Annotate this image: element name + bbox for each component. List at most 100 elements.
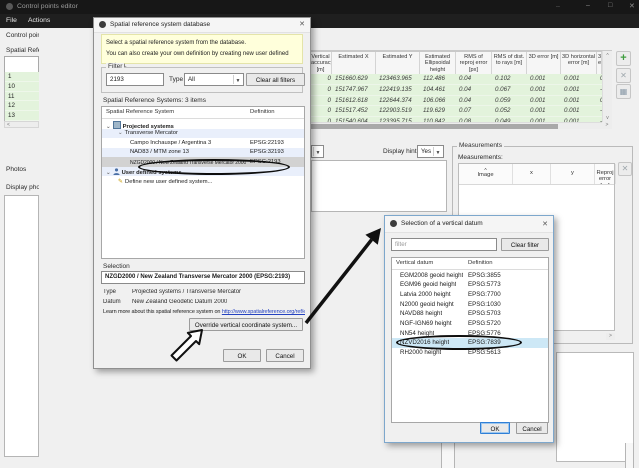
gcp-table-row[interactable]: 0 151660.629 123463.965 112.486 0.04 0.102 0.0… [310,74,611,85]
window-titlebar: Control points editor .. – □ ✕ [0,0,639,14]
add-point-button[interactable]: + [616,51,631,66]
gcp-row-number[interactable]: 11 [5,91,39,102]
vd-list-row[interactable]: Latvia 2000 height EPSG:7700 [392,289,548,300]
remove-point-button[interactable]: ✕ [616,68,631,83]
gcp-column-header[interactable]: Estimated Y [376,52,420,74]
window-title: Control points editor [17,3,78,10]
measurements-column-header[interactable]: y [551,164,595,184]
srs-tree-row[interactable]: ⌄ User defined systems [102,166,304,176]
srs-tree-row[interactable]: ✎ Define new user defined system... [102,176,304,186]
gcp-table-row[interactable]: 0 151612.618 122644.374 106.066 0.04 0.059 0.0… [310,95,611,107]
maximize-button[interactable]: □ [608,2,612,9]
gcp-row-number[interactable]: 12 [5,101,39,112]
annotation-arrow [304,228,381,325]
measurements-column-header[interactable]: ^ Image [459,164,513,184]
vd-list-row[interactable]: EGM96 geoid height EPSG:5773 [392,279,548,290]
srs-tree-row[interactable]: ⌄ Transverse Mercator [102,128,304,138]
gcp-cell: 0.001 [530,75,546,82]
srs-ok-button[interactable]: OK [223,349,261,362]
srs-cancel-button[interactable]: Cancel [266,349,304,362]
scroll-down-icon[interactable]: v [603,115,612,121]
clear-all-filters-button[interactable]: Clear all filters [246,73,305,86]
srs-tree-header: Spatial Reference System Definition [102,107,304,119]
display-hints-combo[interactable]: Yes ▼ [417,145,444,158]
chevron-expand-icon[interactable]: ⌄ [118,130,123,136]
vd-filter-input[interactable]: filter [391,238,497,251]
srs-tree-row[interactable]: NZGD2000 / New Zealand Transverse Mercat… [102,157,304,167]
vd-list-row[interactable]: NAVD88 height EPSG:5703 [392,308,548,319]
vd-list-row[interactable]: RH2000 height EPSG:5613 [392,347,548,358]
gcp-row-number[interactable]: 13 [5,111,39,121]
gcp-column-header[interactable]: RMS of dist. to rays [m] [492,52,527,74]
gcp-vscrollbar[interactable]: ^ v [602,51,612,122]
gcp-table-row[interactable]: 0 151747.967 122419.135 104.461 0.04 0.067 0.0… [310,84,611,96]
gcp-cell: 0.001 [564,96,580,104]
minimize-button[interactable]: – [586,2,590,9]
vd-clear-filter-button[interactable]: Clear filter [501,238,549,251]
gcp-hscrollbar[interactable] [310,122,602,129]
vd-item-name: Latvia 2000 height [400,290,451,298]
vd-list-row[interactable]: EGM2008 geoid height EPSG:3855 [392,270,548,280]
srs-tree-row[interactable]: NAD83 / MTM zone 13 EPSG:32193 [102,147,304,157]
grid-tool-button[interactable]: ▦ [616,84,631,99]
srs-tree-row[interactable]: ⌄ Projected systems [102,119,304,130]
gcp-column-header[interactable]: 3D error [m] [527,52,561,74]
measurements-column-header[interactable]: x [513,164,551,184]
srs-dialog-title: Spatial reference system database [110,21,211,28]
close-icon[interactable]: ✕ [299,20,305,28]
gcp-cell: 0.04 [459,75,472,82]
vd-list-row[interactable]: N2000 geoid height EPSG:1030 [392,299,548,309]
vd-item-name: RH2000 height [400,349,442,356]
srs-tree-item-label: ✎ Define new user defined system... [118,178,212,185]
srs-database-dialog: Spatial reference system database ✕ Sele… [93,17,311,369]
gcp-hscroll-thumb[interactable] [311,124,558,129]
type-row-label: Type [103,289,117,295]
close-icon[interactable]: ✕ [542,220,548,228]
srs-dialog-titlebar: Spatial reference system database ✕ [94,18,310,33]
gcp-row-number[interactable]: 1 [5,72,39,82]
gcp-column-header[interactable]: Estimated Ellipsoidal height [420,52,456,74]
remove-measurement-button[interactable]: ✕ [618,162,632,176]
gcp-table-row[interactable]: 0 151517.452 122903.519 119.629 0.07 0.052 0.0… [310,106,611,118]
display-photos-combo[interactable]: ▼ [311,145,324,158]
vd-item-definition: EPSG:7839 [468,339,501,347]
scroll-up-icon[interactable]: ^ [603,51,612,59]
titlebar-more-icon[interactable]: .. [556,2,560,9]
gcp-cell: 0.001 [564,85,580,93]
vd-item-definition: EPSG:5703 [468,310,501,318]
vd-item-name: NAVD88 height [400,310,443,318]
gcp-column-header[interactable]: RMS of reproj error [px] [456,52,492,74]
photos-list[interactable] [4,195,39,457]
filter-input[interactable]: 2193 [106,73,164,86]
type-combo[interactable]: All ▼ [184,73,244,86]
gcp-column-header[interactable]: 3D horizontal error [m] [561,52,597,74]
selection-value-field: NZGD2000 / New Zealand Transverse Mercat… [101,271,305,284]
gcp-cell: 0.001 [530,96,546,104]
gcp-cell: 0.04 [459,85,472,93]
vd-ok-button[interactable]: OK [480,422,510,434]
menu-actions[interactable]: Actions [28,17,50,24]
vd-list-row[interactable]: NN54 height EPSG:5776 [392,328,548,338]
scroll-right-icon[interactable]: > [602,122,612,129]
measurements-scroll-right-icon[interactable]: > [606,333,615,340]
srs-tree[interactable]: Spatial Reference System Definition ⌄ Pro… [101,106,305,259]
spatial-ref-label: Spatial Reference [6,47,39,54]
measurements-column-header[interactable]: Reproj error [px] [595,164,616,184]
gcp-column-header[interactable]: Estimated X [332,52,376,74]
menu-file[interactable]: File [6,17,17,24]
gcp-cell: 119.629 [423,107,445,115]
vd-list[interactable]: Vertical datum Definition EGM2008 geoid … [391,257,549,423]
gcp-row-number[interactable]: 10 [5,81,39,92]
close-button[interactable]: ✕ [629,2,635,10]
gcp-column-header[interactable]: Vertical accuracy [m] [310,52,332,74]
vd-list-row[interactable]: NZVD2016 height EPSG:7839 [392,337,548,348]
srs-tree-row[interactable]: Campo Inchauspe / Argentina 3 EPSG:22193 [102,138,304,148]
measurements-inner-label: Measurements: [458,154,503,161]
gcp-table[interactable]: Vertical accuracy [m] Estimated X Estimate… [310,50,612,129]
projected-systems-icon [112,120,121,129]
vd-item-definition: EPSG:5776 [468,329,501,337]
left-hscrollbar[interactable]: < [4,121,39,128]
vd-list-row[interactable]: NGF-IGN69 height EPSG:5720 [392,318,548,329]
chevron-down-icon: ▼ [433,147,442,156]
vd-cancel-button[interactable]: Cancel [516,422,548,434]
